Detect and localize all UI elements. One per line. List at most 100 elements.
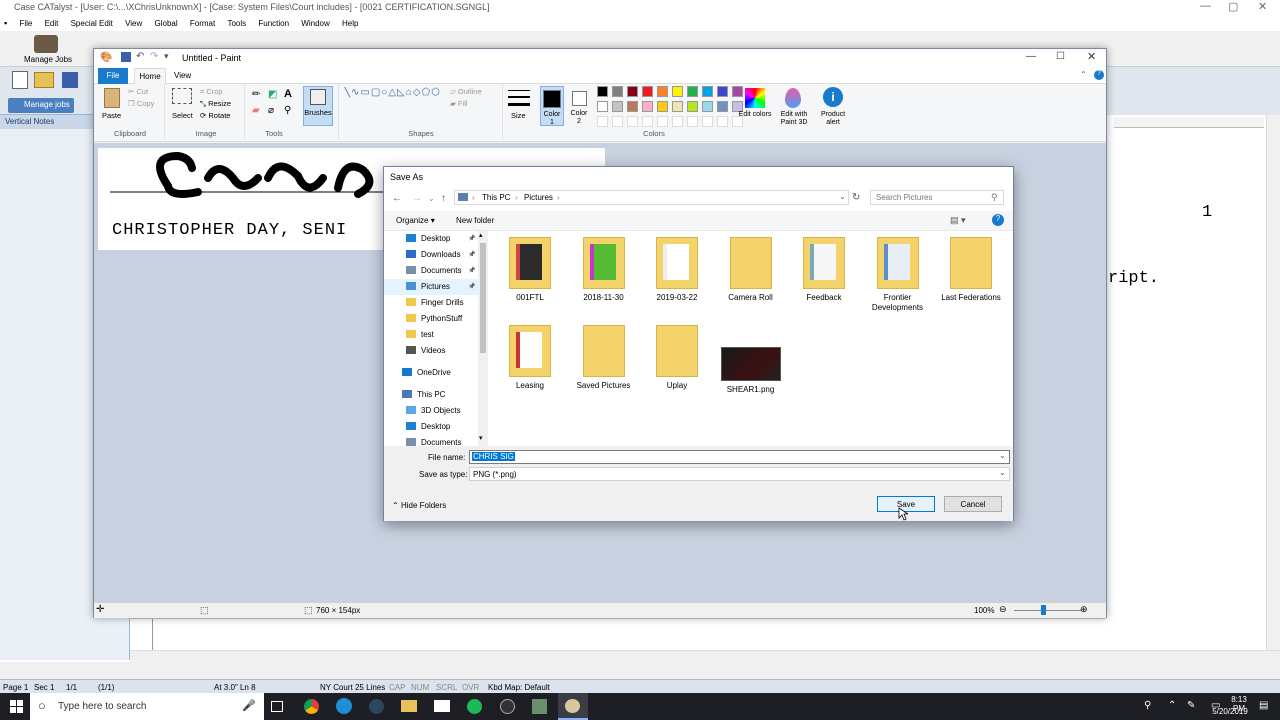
text-tool-icon[interactable]: A bbox=[284, 88, 292, 100]
view-options-icon[interactable]: ▤ ▾ bbox=[950, 215, 966, 226]
tab-view[interactable]: View bbox=[174, 71, 191, 80]
paste-button[interactable]: Paste bbox=[102, 111, 121, 120]
menu-help[interactable]: Help bbox=[342, 17, 358, 28]
palette-swatch[interactable] bbox=[627, 101, 638, 112]
collapse-ribbon-icon[interactable]: ⌃ bbox=[1080, 70, 1087, 79]
tree-item[interactable]: Downloads 📌 bbox=[406, 247, 488, 263]
palette-swatch[interactable] bbox=[597, 86, 608, 97]
tree-item[interactable]: Desktop bbox=[406, 419, 488, 435]
cancel-button[interactable]: Cancel bbox=[944, 496, 1002, 512]
zoom-in-icon[interactable]: ⊕ bbox=[1080, 604, 1088, 615]
tab-file[interactable]: File bbox=[98, 68, 128, 84]
palette-swatch[interactable] bbox=[732, 86, 743, 97]
recent-locations-icon[interactable]: ⌄ bbox=[428, 194, 435, 203]
color2-button[interactable]: Color 2 bbox=[568, 86, 592, 126]
copy-button[interactable]: ❐ Copy bbox=[128, 99, 154, 108]
close-icon[interactable]: ✕ bbox=[1258, 0, 1267, 13]
edit-colors-icon[interactable] bbox=[745, 88, 765, 108]
edit-paint3d-button[interactable]: Edit with Paint 3D bbox=[774, 111, 814, 127]
quick-save-icon[interactable] bbox=[121, 52, 131, 62]
palette-swatch[interactable] bbox=[687, 101, 698, 112]
search-pictures-input[interactable]: Search Pictures ⚲ bbox=[870, 190, 1004, 205]
palette-swatch-empty[interactable] bbox=[657, 116, 668, 127]
fill-bucket-icon[interactable]: ◩ bbox=[268, 89, 277, 100]
open-folder-icon[interactable] bbox=[34, 72, 54, 88]
palette-swatch-empty[interactable] bbox=[627, 116, 638, 127]
file-item[interactable]: 001FTL bbox=[496, 237, 564, 303]
pen-icon[interactable]: ✎ bbox=[1187, 700, 1195, 711]
menu-tools[interactable]: Tools bbox=[227, 17, 246, 28]
task-view-icon[interactable] bbox=[271, 701, 283, 712]
palette-swatch-empty[interactable] bbox=[687, 116, 698, 127]
file-item[interactable]: Last Federations bbox=[937, 237, 1005, 303]
people-icon[interactable]: ⚲ bbox=[1144, 700, 1151, 711]
magnifier-icon[interactable]: ⚲ bbox=[284, 105, 291, 116]
menu-file[interactable]: File bbox=[19, 17, 32, 28]
palette-swatch[interactable] bbox=[642, 101, 653, 112]
menu-view[interactable]: View bbox=[125, 17, 142, 28]
taskbar-search-box[interactable]: ○ Type here to search 🎤 bbox=[30, 693, 264, 720]
palette-swatch-empty[interactable] bbox=[597, 116, 608, 127]
outline-button[interactable]: ▱ Outline bbox=[450, 87, 482, 96]
tree-item[interactable]: 3D Objects bbox=[406, 403, 488, 419]
crop-button[interactable]: ⌗ Crop bbox=[200, 87, 223, 97]
menu-global[interactable]: Global bbox=[155, 17, 178, 28]
help-icon[interactable]: ? bbox=[1094, 70, 1104, 80]
tree-item[interactable]: Documents bbox=[406, 435, 488, 446]
document-pane[interactable]: 1 ript. bbox=[1106, 115, 1280, 660]
back-arrow-icon[interactable]: ← bbox=[392, 193, 402, 204]
color-picker-icon[interactable]: ⌀ bbox=[268, 105, 274, 116]
forward-arrow-icon[interactable]: → bbox=[412, 193, 422, 204]
paint-minimize-icon[interactable]: — bbox=[1026, 51, 1036, 62]
new-folder-button[interactable]: New folder bbox=[456, 216, 494, 225]
zoom-slider-track[interactable] bbox=[1014, 610, 1082, 611]
tree-item[interactable]: Pictures 📌 bbox=[406, 279, 488, 295]
menu-format[interactable]: Format bbox=[190, 17, 215, 28]
palette-swatch-empty[interactable] bbox=[702, 116, 713, 127]
organize-button[interactable]: Organize ▾ bbox=[396, 216, 435, 225]
file-item[interactable]: Saved Pictures bbox=[570, 325, 638, 391]
palette-swatch[interactable] bbox=[642, 86, 653, 97]
palette-swatch-empty[interactable] bbox=[612, 116, 623, 127]
vertical-scrollbar[interactable] bbox=[1266, 115, 1280, 660]
chrome-icon[interactable] bbox=[304, 699, 319, 714]
menu-special-edit[interactable]: Special Edit bbox=[71, 17, 113, 28]
file-item[interactable]: SHEAR1.png bbox=[717, 325, 785, 395]
file-item[interactable]: 2018-11-30 bbox=[570, 237, 638, 303]
microphone-icon[interactable]: 🎤 bbox=[242, 699, 256, 712]
paint3d-icon[interactable] bbox=[785, 88, 801, 108]
palette-swatch-empty[interactable] bbox=[642, 116, 653, 127]
tree-item[interactable]: Desktop 📌 bbox=[406, 231, 488, 247]
windows-start-icon[interactable] bbox=[10, 700, 23, 713]
quick-access-dropdown-icon[interactable]: ▾ bbox=[164, 51, 169, 62]
undo-icon[interactable]: ↶ bbox=[136, 51, 144, 62]
file-item[interactable]: Uplay bbox=[643, 325, 711, 391]
pencil-icon[interactable]: ✏ bbox=[252, 89, 260, 100]
refresh-icon[interactable]: ↻ bbox=[852, 192, 860, 203]
tab-manage-jobs[interactable]: Manage jobs bbox=[8, 98, 74, 113]
tree-item[interactable]: Finger Drills bbox=[406, 295, 488, 311]
palette-swatch-empty[interactable] bbox=[672, 116, 683, 127]
fill-button[interactable]: ▰ Fill bbox=[450, 99, 467, 108]
maximize-icon[interactable]: ▢ bbox=[1228, 0, 1238, 13]
file-name-input[interactable]: CHRIS SIG ⌄ bbox=[469, 450, 1010, 464]
help-icon[interactable]: ? bbox=[992, 214, 1004, 226]
file-item[interactable]: Leasing bbox=[496, 325, 564, 391]
edge-icon[interactable] bbox=[336, 698, 352, 714]
save-type-select[interactable]: PNG (*.png) ⌄ bbox=[469, 467, 1010, 481]
palette-swatch[interactable] bbox=[612, 86, 623, 97]
steam-icon[interactable] bbox=[369, 699, 384, 714]
product-alert-icon[interactable]: i bbox=[823, 87, 843, 107]
brushes-button[interactable]: Brushes bbox=[303, 86, 333, 126]
edit-colors-button[interactable]: Edit colors bbox=[737, 111, 773, 119]
save-disk-icon[interactable] bbox=[62, 72, 78, 88]
file-item[interactable]: 2019-03-22 bbox=[643, 237, 711, 303]
size-button[interactable]: Size bbox=[511, 111, 526, 120]
file-explorer-icon[interactable] bbox=[401, 700, 417, 712]
redo-icon[interactable]: ↷ bbox=[150, 51, 158, 62]
palette-swatch[interactable] bbox=[597, 101, 608, 112]
select-icon[interactable] bbox=[172, 88, 192, 104]
manage-jobs-icon[interactable] bbox=[34, 35, 58, 53]
paint-close-icon[interactable]: ✕ bbox=[1087, 50, 1096, 63]
eraser-icon[interactable]: ▰ bbox=[252, 105, 260, 116]
